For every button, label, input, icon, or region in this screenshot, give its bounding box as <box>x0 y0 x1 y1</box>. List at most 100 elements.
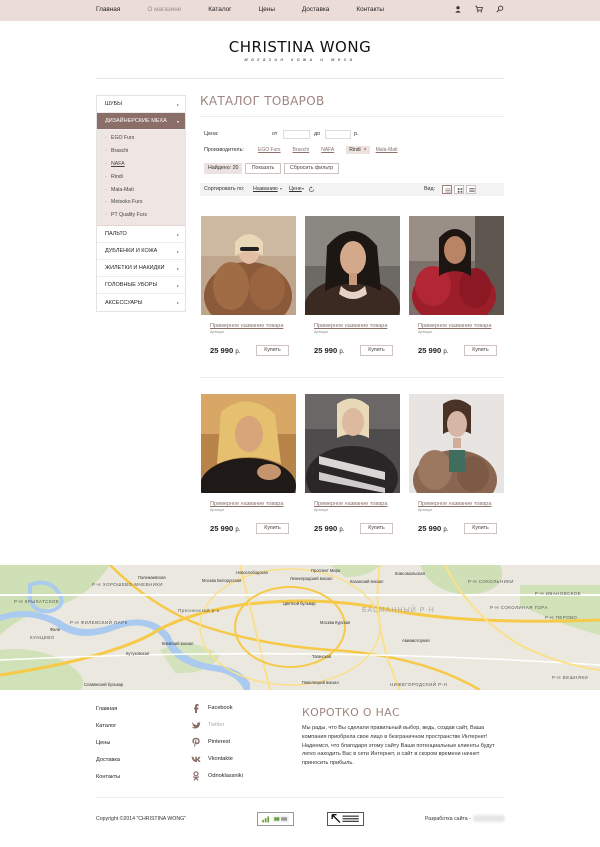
maker-rindi-selected[interactable]: Rindi × <box>346 146 370 154</box>
sidebar-subitem-nafa[interactable]: NAFA <box>97 158 185 171</box>
maker-braschi[interactable]: Braschi <box>293 147 310 153</box>
social-label: Twitter <box>208 722 225 728</box>
show-button[interactable]: Показать <box>245 163 281 174</box>
sidebar-subitem-rindi[interactable]: Rindi <box>97 171 185 184</box>
product-name[interactable]: Примерное название товара <box>418 501 491 507</box>
product-name[interactable]: Примерное название товара <box>210 501 283 507</box>
sidebar-item-vests[interactable]: ЖИЛЕТКИ И НАКИДКИ ▸ <box>97 260 185 278</box>
sidebar-subitem-mala-mati[interactable]: Mala-Mati <box>97 184 185 197</box>
price-currency: р. <box>339 527 345 533</box>
map-label: Р-Н ФИЛЕВСКИЙ ПАРК <box>70 620 128 625</box>
buy-button[interactable]: Купить <box>360 345 393 356</box>
map-label: Новослободская <box>236 570 268 575</box>
cart-icon[interactable] <box>475 5 483 13</box>
map-label: КУНЦЕВО <box>30 635 55 640</box>
social-label: Pinterest <box>208 739 231 745</box>
product-name[interactable]: Примерное название товара <box>314 323 387 329</box>
product-article: Артикул <box>314 508 329 512</box>
footer-nav-home[interactable]: Главная <box>96 706 117 712</box>
view-table-button[interactable] <box>466 185 476 194</box>
sidebar-item-hats[interactable]: ГОЛОВНЫЕ УБОРЫ ▸ <box>97 277 185 295</box>
product-image[interactable] <box>201 394 296 493</box>
sidebar-subitem-metsoko[interactable]: Metsoko Furs <box>97 196 185 209</box>
design-studio-badge[interactable] <box>327 812 364 826</box>
footer-nav-delivery[interactable]: Доставка <box>96 757 120 763</box>
product-image[interactable] <box>305 216 400 315</box>
counter-badge[interactable] <box>257 812 294 826</box>
chevron-down-icon: ▾ <box>176 119 179 124</box>
price-to-input[interactable] <box>325 130 351 139</box>
map-label: Р-Н ВЕШНЯКИ <box>552 675 589 680</box>
product-image[interactable] <box>201 216 296 315</box>
buy-button[interactable]: Купить <box>464 345 497 356</box>
social-label: Vkontakte <box>208 756 233 762</box>
close-icon[interactable]: × <box>364 147 367 153</box>
product-price: 25 990 р. <box>210 346 240 355</box>
divider <box>96 797 504 798</box>
footer-nav-prices[interactable]: Цены <box>96 740 110 746</box>
buy-button[interactable]: Купить <box>256 523 289 534</box>
product-price: 25 990 р. <box>418 524 448 533</box>
reset-filter-button[interactable]: Сбросить фильтр <box>284 163 339 174</box>
sidebar-item-label: ЖИЛЕТКИ И НАКИДКИ <box>105 265 165 272</box>
sidebar-subitem-pt-quality[interactable]: PT Quality Furs <box>97 209 185 222</box>
view-list-button[interactable] <box>442 185 452 194</box>
product-image[interactable] <box>409 394 504 493</box>
found-count: Найдено: 20 <box>204 163 243 174</box>
sidebar-subitem-braschi[interactable]: Braschi <box>97 145 185 158</box>
search-icon[interactable] <box>496 5 504 13</box>
user-icon[interactable] <box>454 5 462 13</box>
nav-delivery[interactable]: Доставка <box>302 6 329 13</box>
maker-ego-furs[interactable]: EGO Furs <box>258 147 281 153</box>
top-bar: Главная О магазине Каталог Цены Доставка… <box>0 0 600 21</box>
price-to-label: до <box>314 131 321 137</box>
map-label: Киевский вокзал <box>162 641 194 646</box>
map-label: Комсомольская <box>395 571 425 576</box>
nav-contacts[interactable]: Контакты <box>356 6 384 13</box>
twitter-icon <box>191 722 201 729</box>
product-name[interactable]: Примерное название товара <box>210 323 283 329</box>
maker-mala-mati[interactable]: Mala-Mati <box>376 147 398 153</box>
sidebar-item-coats[interactable]: ПАЛЬТО ▸ <box>97 226 185 244</box>
product-image[interactable] <box>409 216 504 315</box>
buy-button[interactable]: Купить <box>464 523 497 534</box>
buy-button[interactable]: Купить <box>360 523 393 534</box>
nav-home[interactable]: Главная <box>96 6 120 13</box>
social-label: Facebook <box>208 705 233 711</box>
maker-label: Производитель: <box>204 147 244 153</box>
view-grid-button[interactable] <box>454 185 464 194</box>
map-label: Павелецкий вокзал <box>302 680 339 685</box>
sort-by-price[interactable]: Цене <box>289 186 302 192</box>
sort-by-name[interactable]: Названию <box>253 186 278 192</box>
sidebar-item-accessories[interactable]: АКСЕССУАРЫ ▸ <box>97 294 185 311</box>
nav-about[interactable]: О магазине <box>147 6 181 13</box>
sidebar-subitem-ego-furs[interactable]: EGO Furs <box>97 132 185 145</box>
product-name[interactable]: Примерное название товара <box>314 501 387 507</box>
buy-button[interactable]: Купить <box>256 345 289 356</box>
map-label: Казанский вокзал <box>350 579 384 584</box>
product-photo <box>305 216 400 315</box>
price-value: 25 990 <box>314 346 338 355</box>
product-name[interactable]: Примерное название товара <box>418 323 491 329</box>
site-logo[interactable]: CHRISTINA WONG магазин кожи и меха <box>0 38 600 62</box>
vkontakte-icon <box>191 756 201 762</box>
price-from-input[interactable] <box>283 130 310 139</box>
location-map[interactable]: Полежаевская Р-Н ХОРОШЕВО-МНЕВНИКИ Новос… <box>0 565 600 690</box>
product-image[interactable] <box>305 394 400 493</box>
footer-nav-contacts[interactable]: Контакты <box>96 774 120 780</box>
currency-label: р. <box>354 131 359 137</box>
footer-nav-catalog[interactable]: Каталог <box>96 723 116 729</box>
copyright: Copyright ©2014 "CHRISTINA WONG" <box>96 816 186 822</box>
nav-prices[interactable]: Цены <box>259 6 275 13</box>
maker-nafa[interactable]: NAFA <box>321 147 334 153</box>
nav-catalog[interactable]: Каталог <box>208 6 231 13</box>
maker-filter-list: EGO Furs Braschi NAFA Rindi × Mala-Mati <box>258 146 410 154</box>
sidebar-item-designer-fur[interactable]: ДИЗАЙНЕРСКИЕ МЕХА ▾ <box>97 113 185 130</box>
developer-link[interactable] <box>473 815 505 822</box>
sidebar-item-label: ГОЛОВНЫЕ УБОРЫ <box>105 282 158 289</box>
refresh-icon[interactable] <box>308 186 315 193</box>
chevron-right-icon: ▸ <box>176 232 179 238</box>
sidebar-item-sheepskin[interactable]: ДУБЛЕНКИ И КОЖА ▸ <box>97 243 185 261</box>
sidebar-item-coats-fur[interactable]: ШУБЫ ▸ <box>97 96 185 113</box>
product-card: Примерное название товара Артикул 25 990… <box>305 394 400 534</box>
